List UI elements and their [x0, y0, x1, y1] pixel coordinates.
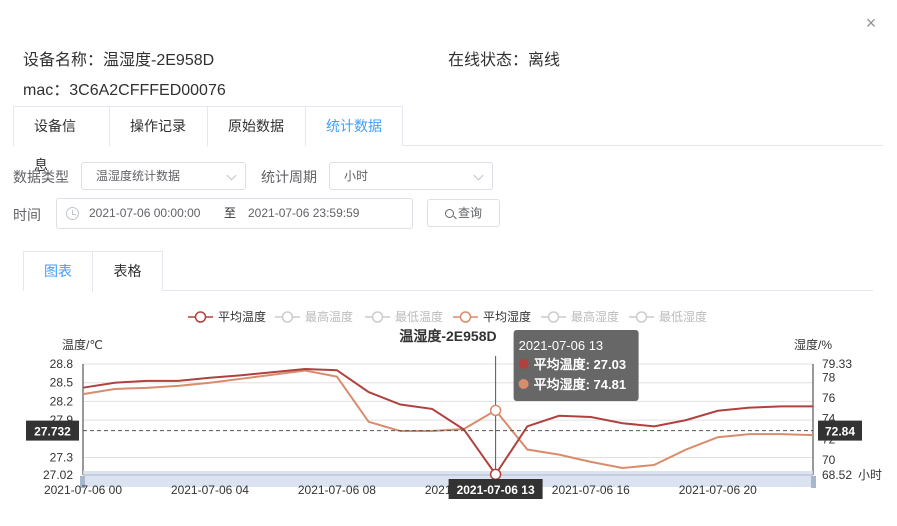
mac-row: mac：3C6A2CFFFED00076 [23, 76, 226, 100]
legend-label: 平均温度 [218, 309, 266, 324]
tab-operation-log[interactable]: 操作记录 [110, 107, 208, 146]
legend-marker [371, 311, 384, 323]
axis-pointer-x-label: 2021-07-06 13 [457, 483, 535, 497]
legend-label: 平均湿度 [483, 309, 531, 324]
start-time-input[interactable]: 2021-07-06 00:00:00 [89, 199, 200, 228]
clock-icon [66, 207, 79, 220]
x-tick-label: 2021-07-06 08 [298, 483, 376, 497]
date-range-picker[interactable]: 2021-07-06 00:00:00 至 2021-07-06 23:59:5… [56, 198, 413, 229]
data-zoom-handle-right[interactable] [811, 476, 816, 488]
period-select[interactable]: 小时 [329, 162, 493, 190]
tab-table[interactable]: 表格 [93, 252, 162, 291]
data-type-label: 数据类型 [13, 169, 69, 185]
chevron-down-icon [226, 170, 237, 181]
data-type-value: 温湿度统计数据 [96, 169, 181, 183]
range-separator: 至 [224, 206, 237, 220]
view-tabs: 图表 表格 [23, 251, 163, 292]
y-left-tick-label: 28.2 [50, 394, 74, 408]
y-right-tick-label: 68.52 [822, 468, 852, 482]
x-tick-label: 2021-07-06 20 [679, 483, 757, 497]
mac-value: 3C6A2CFFFED00076 [69, 82, 226, 99]
legend-label: 最低湿度 [659, 309, 707, 324]
legend-marker [459, 311, 472, 323]
tooltip-row: 平均温度: 27.03 [534, 357, 626, 372]
axis-pointer-left-label: 27.732 [34, 425, 71, 439]
y-right-tick-label: 79.33 [822, 357, 852, 371]
tooltip-dot [518, 359, 529, 369]
online-status-value: 离线 [528, 52, 561, 69]
y-left-axis-label: 温度/℃ [62, 337, 103, 352]
device-name-row: 设备名称：温湿度-2E958D [23, 46, 214, 70]
y-right-tick-label: 76 [822, 391, 836, 405]
legend-marker [194, 311, 207, 323]
y-left-tick-label: 27.02 [43, 468, 73, 482]
tooltip-dot [518, 379, 529, 389]
device-name-value: 温湿度-2E958D [103, 52, 215, 69]
search-icon [444, 209, 454, 218]
period-label: 统计周期 [261, 169, 317, 185]
x-tick-label: 2021-07-06 00 [44, 483, 122, 497]
x-tick-label: 2021-07-06 04 [171, 483, 249, 497]
query-button[interactable]: 查询 [427, 199, 500, 227]
temperature-humidity-chart[interactable]: 平均温度 最高温度 最低温度 平均湿度 最高湿度 最低湿度温湿度-2E958D 温度/℃ 湿度… [0, 300, 897, 520]
device-name-label: 设备名称： [23, 52, 104, 69]
tab-device-info[interactable]: 设备信息 [14, 107, 110, 173]
highlight-point-humidity [489, 404, 502, 417]
tooltip-row: 平均湿度: 74.81 [534, 377, 626, 392]
tab-raw-data[interactable]: 原始数据 [208, 107, 306, 146]
legend-label: 最低温度 [395, 309, 443, 324]
y-left-tick-label: 28.5 [50, 376, 74, 390]
highlight-point-temperature [489, 468, 502, 481]
tab-chart[interactable]: 图表 [24, 252, 93, 292]
mac-label: mac： [23, 82, 70, 99]
chart-title: 温湿度-2E958D [399, 328, 496, 344]
time-label: 时间 [13, 207, 41, 223]
query-button-label: 查询 [457, 206, 482, 220]
y-left-tick-label: 28.8 [50, 357, 74, 371]
online-status-label: 在线状态： [448, 52, 529, 69]
legend-marker [547, 311, 560, 323]
end-time-input[interactable]: 2021-07-06 23:59:59 [248, 199, 359, 228]
y-right-tick-label: 78 [822, 371, 836, 385]
legend-label: 最高湿度 [571, 309, 619, 324]
legend-marker [281, 311, 294, 323]
x-tick-label: 2021-07-06 16 [552, 483, 630, 497]
main-tabs: 设备信息 操作记录 原始数据 统计数据 [13, 106, 403, 173]
x-axis-unit: 小时 [858, 468, 882, 482]
legend-label: 最高温度 [305, 309, 353, 324]
y-right-tick-label: 70 [822, 453, 836, 467]
close-icon[interactable]: × [862, 14, 880, 32]
axis-pointer-right-label: 72.84 [825, 425, 855, 439]
data-type-select[interactable]: 温湿度统计数据 [81, 162, 246, 190]
tab-statistics[interactable]: 统计数据 [306, 107, 402, 147]
y-left-tick-label: 27.3 [50, 451, 74, 465]
online-status-row: 在线状态：离线 [448, 46, 560, 70]
legend-marker [635, 311, 648, 323]
y-right-axis-label: 湿度/% [794, 337, 832, 352]
period-value: 小时 [344, 169, 369, 183]
tooltip-title: 2021-07-06 13 [519, 338, 604, 353]
chevron-down-icon [473, 170, 484, 181]
